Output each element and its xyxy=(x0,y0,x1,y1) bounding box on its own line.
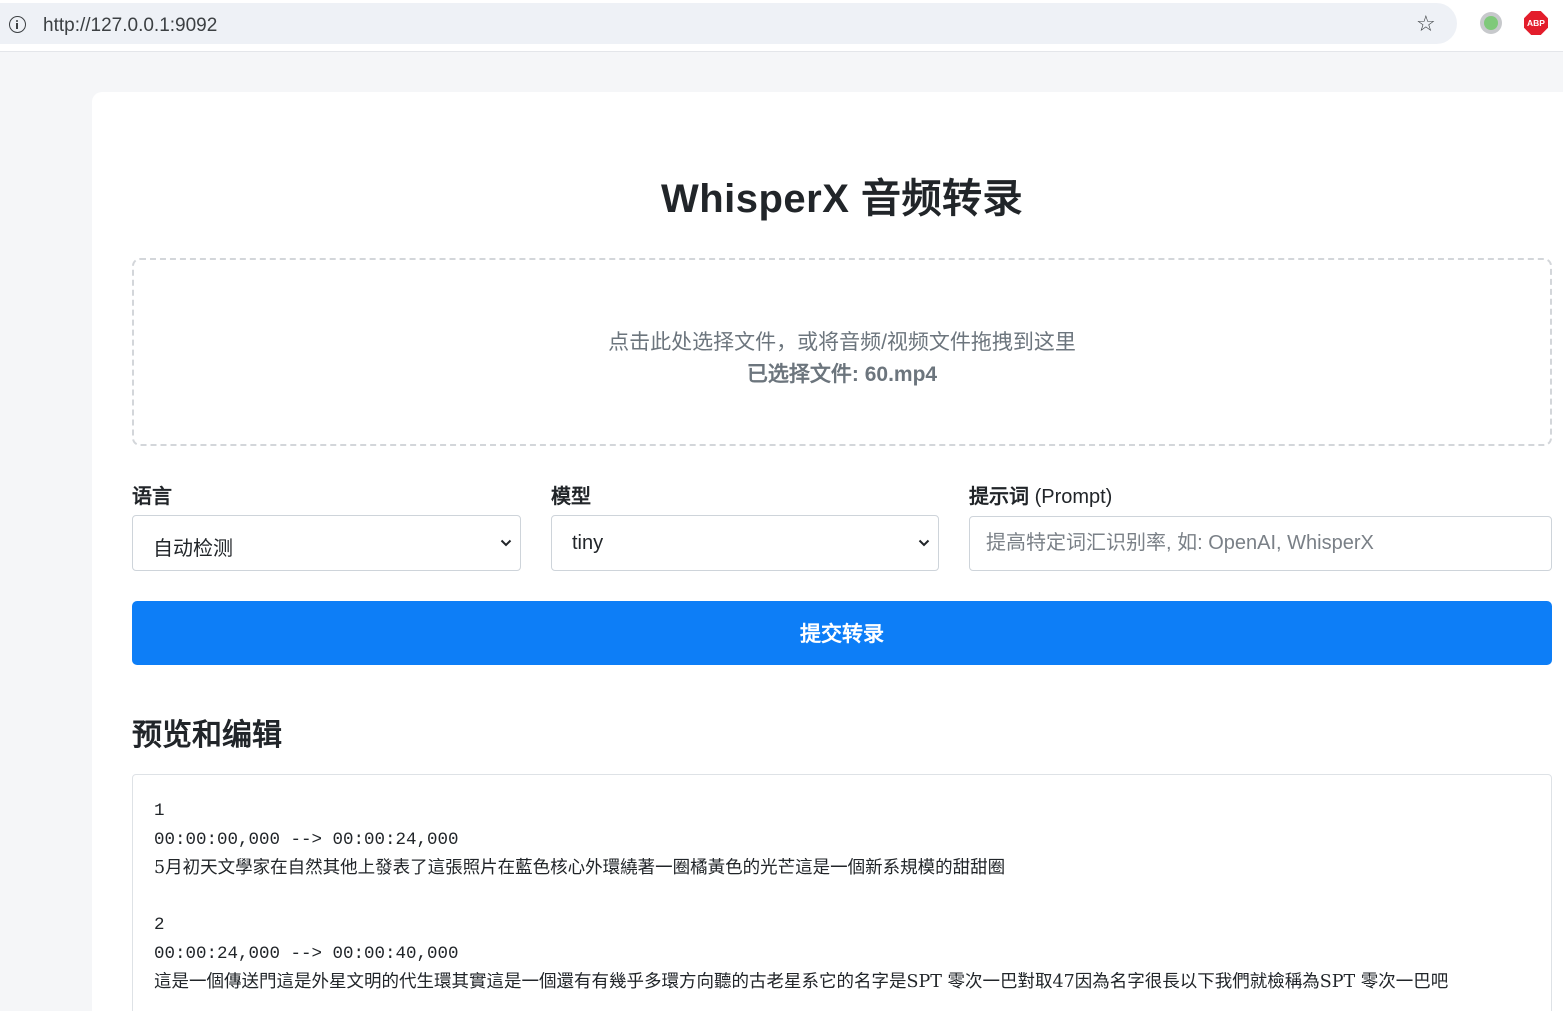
selected-file-name: 已选择文件: 60.mp4 xyxy=(746,363,938,386)
srt-gap xyxy=(154,883,1530,912)
browser-toolbar: http://127.0.0.1:9092 ☆ ABP xyxy=(0,0,1563,52)
language-select-value: 自动检测 xyxy=(153,538,233,560)
srt-text: 這是一個傳送門這是外星文明的代生環其實這是一個還有有幾乎多環方向聽的古老星系它的… xyxy=(154,972,1449,992)
prompt-label-sub: (Prompt) xyxy=(1034,486,1113,508)
model-select-value: tiny xyxy=(572,532,604,554)
prompt-label-main: 提示词 xyxy=(969,486,1029,508)
preview-section-title: 预览和编辑 xyxy=(132,719,282,752)
prompt-label: 提示词 (Prompt) xyxy=(969,480,1112,509)
srt-timestamp: 00:00:00,000 --> 00:00:24,000 xyxy=(154,829,459,850)
file-dropzone[interactable]: 点击此处选择文件，或将音频/视频文件拖拽到这里 已选择文件: 60.mp4 xyxy=(132,258,1552,446)
chevron-down-icon xyxy=(500,539,512,547)
bookmark-star-icon[interactable]: ☆ xyxy=(1416,13,1436,35)
srt-timestamp: 00:00:24,000 --> 00:00:40,000 xyxy=(154,943,459,964)
submit-transcription-button[interactable]: 提交转录 xyxy=(132,601,1552,665)
model-label: 模型 xyxy=(551,486,591,508)
adblock-plus-icon[interactable]: ABP xyxy=(1524,11,1548,35)
language-label: 语言 xyxy=(132,486,172,508)
transcript-editor[interactable]: 1 00:00:00,000 --> 00:00:24,000 5月初天文學家在… xyxy=(132,774,1552,1011)
dropzone-hint: 点击此处选择文件，或将音频/视频文件拖拽到这里 xyxy=(608,331,1076,354)
address-bar[interactable]: http://127.0.0.1:9092 ☆ xyxy=(0,3,1457,44)
prompt-input[interactable] xyxy=(969,516,1552,571)
site-info-icon[interactable] xyxy=(9,16,26,33)
srt-index: 2 xyxy=(154,915,165,935)
chevron-down-icon xyxy=(918,539,930,547)
model-select[interactable]: tiny xyxy=(551,515,939,571)
extension-status-icon[interactable] xyxy=(1480,12,1502,34)
page-title: WhisperX 音频转录 xyxy=(660,177,1024,221)
srt-index: 1 xyxy=(154,801,165,821)
language-select[interactable]: 自动检测 xyxy=(132,515,521,571)
srt-text: 5月初天文學家在自然其他上發表了這張照片在藍色核心外環繞著一圈橘黃色的光芒這是一… xyxy=(154,858,1006,878)
url-text[interactable]: http://127.0.0.1:9092 xyxy=(43,15,217,37)
